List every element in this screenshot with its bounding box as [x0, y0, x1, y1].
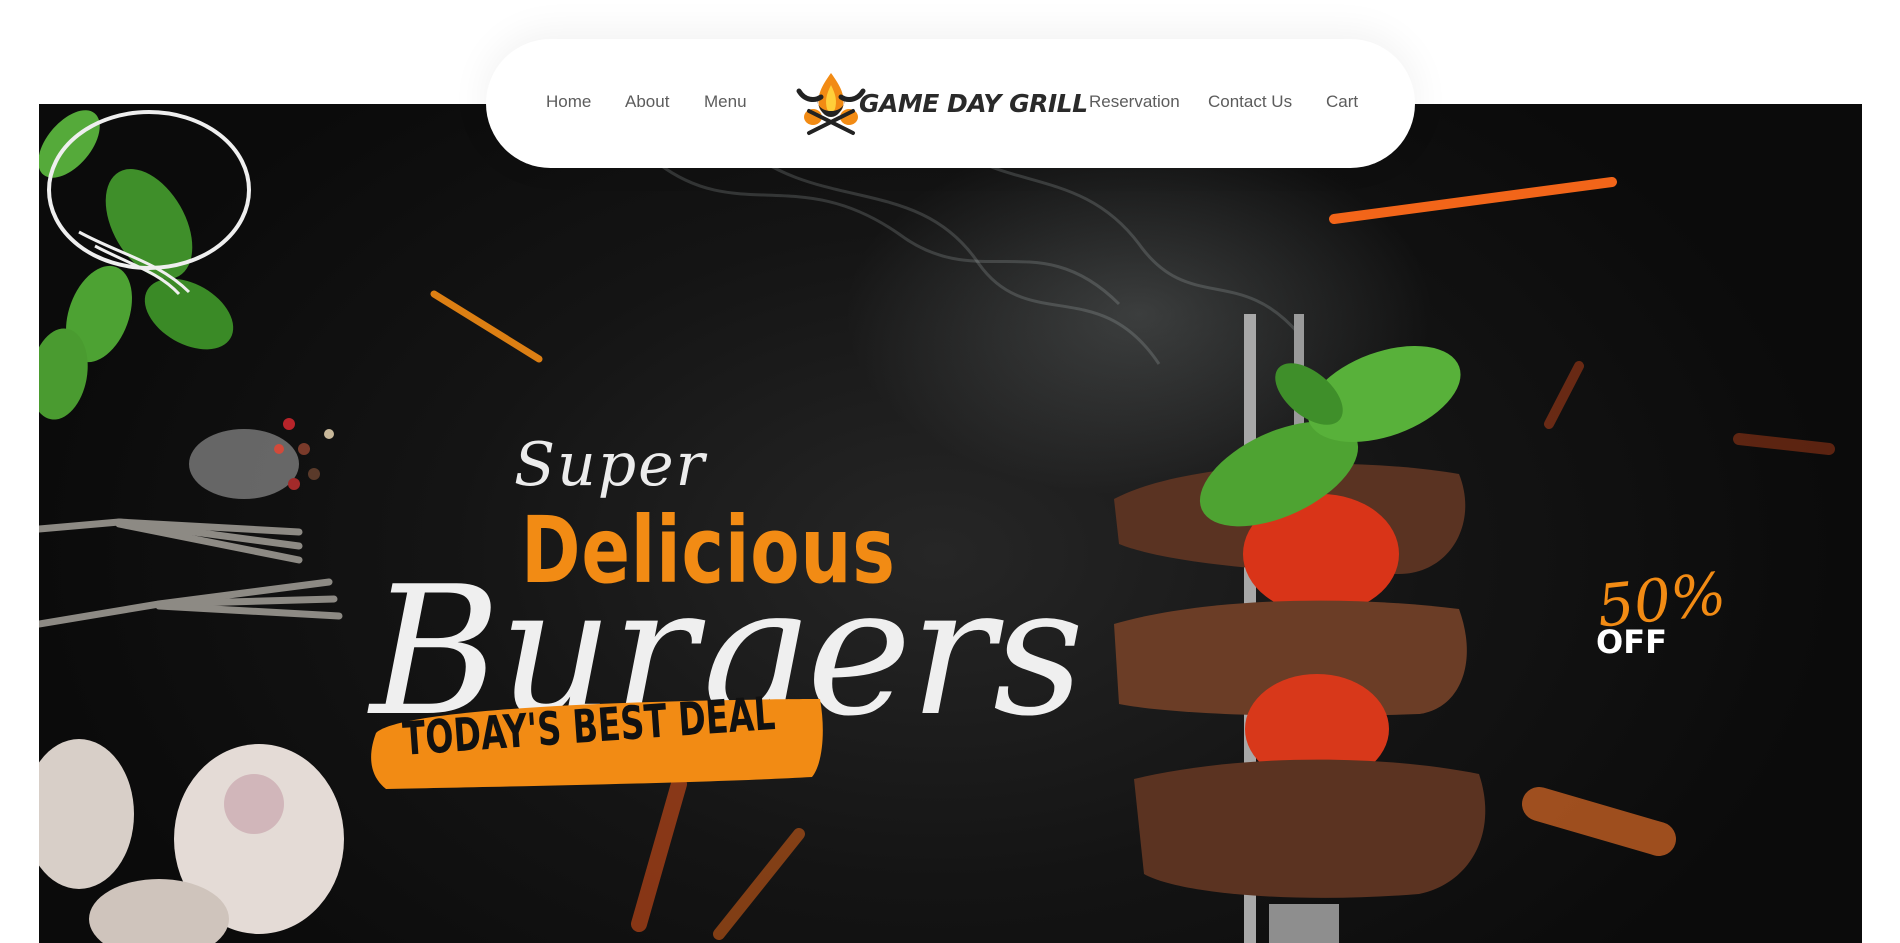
main-navigation: Home About Menu GAME DAY GRILL Reservati… — [486, 39, 1415, 168]
forks — [39, 518, 343, 628]
nav-link-menu[interactable]: Menu — [704, 92, 747, 112]
nav-link-reservation[interactable]: Reservation — [1089, 92, 1180, 112]
garlic — [39, 739, 344, 943]
nav-link-cart[interactable]: Cart — [1326, 92, 1358, 112]
hero-illustration — [39, 110, 1835, 943]
nav-link-contact-us[interactable]: Contact Us — [1208, 92, 1292, 112]
badge-off: OFF — [1596, 623, 1667, 661]
nav-link-home[interactable]: Home — [546, 92, 591, 112]
smoke — [658, 132, 1301, 365]
hero-banner — [39, 104, 1862, 943]
kebab — [1114, 463, 1486, 898]
logo-text: GAME DAY GRILL — [859, 89, 1088, 118]
discount-badge-outline — [47, 110, 251, 296]
nav-link-about[interactable]: About — [625, 92, 669, 112]
spices — [189, 418, 334, 499]
headline-super: Super — [514, 430, 707, 500]
site-logo[interactable]: GAME DAY GRILL — [791, 67, 1088, 139]
